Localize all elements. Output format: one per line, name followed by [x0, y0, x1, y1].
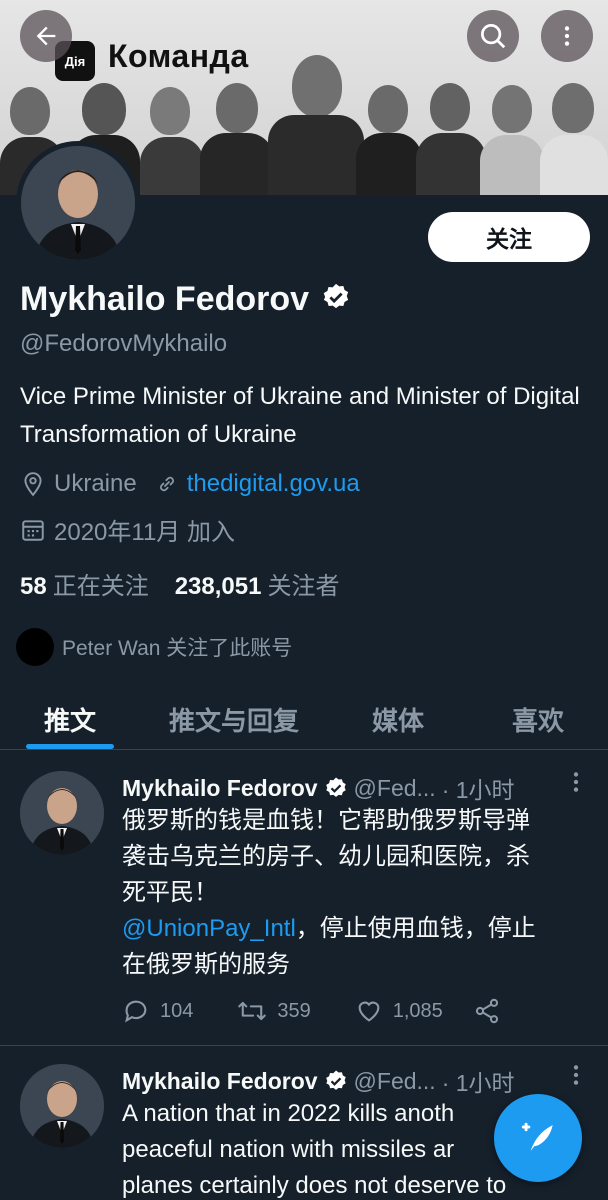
verified-badge-icon	[325, 1070, 346, 1090]
followers-label: 关注者	[267, 573, 340, 600]
follow-button[interactable]: 关注	[428, 212, 590, 262]
more-vertical-icon	[573, 1065, 579, 1085]
following-stat[interactable]: 58 正在关注	[20, 566, 149, 601]
retweet-count: 359	[277, 999, 311, 1022]
retweet-button[interactable]: 359	[237, 997, 311, 1025]
more-vertical-icon	[573, 772, 579, 792]
profile-tabs: 推文 推文与回复 媒体 喜欢	[0, 688, 608, 750]
profile-avatar[interactable]	[16, 141, 140, 265]
profile-bio: Vice Prime Minister of Ukraine and Minis…	[20, 383, 580, 448]
tab-tweets[interactable]: 推文	[20, 688, 120, 750]
arrow-left-icon	[36, 26, 56, 46]
following-label: 正在关注	[52, 573, 149, 600]
like-count: 1,085	[392, 999, 443, 1022]
more-options-button[interactable]	[541, 10, 593, 62]
profile-joined-date: 2020年11月 加入	[54, 519, 235, 546]
tab-tweets-and-replies[interactable]: 推文与回复	[148, 688, 320, 750]
tweet-author-name: Mykhailo Fedorov	[122, 774, 318, 801]
profile-handle: @FedorovMykhailo	[20, 330, 228, 357]
reply-count: 104	[160, 999, 194, 1022]
mention-link[interactable]: @UnionPay_Intl	[122, 915, 296, 942]
tweet-text: 俄罗斯的钱是血钱！它帮助俄罗斯导弹 袭击乌克兰的房子、幼儿园和医院，杀 死平民！…	[122, 807, 536, 978]
profile-name: Mykhailo Fedorov	[20, 280, 310, 318]
tab-likes[interactable]: 喜欢	[488, 688, 588, 750]
followed-by-row[interactable]: Peter Wan 关注了此账号	[16, 628, 292, 666]
tweet[interactable]: Mykhailo Fedorov @Fed... · 1小时 俄罗斯的钱是血钱！…	[0, 751, 608, 1045]
reply-button[interactable]: 104	[122, 997, 193, 1025]
calendar-icon	[22, 519, 44, 541]
tweet-more-button[interactable]	[568, 1062, 584, 1095]
back-button[interactable]	[20, 10, 72, 62]
followers-count: 238,051	[174, 573, 262, 600]
search-icon	[481, 24, 506, 49]
retweet-icon	[238, 1001, 267, 1021]
more-vertical-icon	[564, 26, 570, 46]
followed-by-text: Peter Wan 关注了此账号	[62, 637, 293, 660]
share-button[interactable]	[473, 997, 501, 1025]
tweet-author-handle: @Fed...	[353, 774, 436, 801]
link-icon	[159, 476, 174, 492]
tweet-avatar[interactable]	[20, 771, 104, 855]
reply-icon	[125, 1000, 147, 1023]
location-pin-icon	[24, 472, 42, 497]
banner-title: Команда	[108, 38, 249, 74]
tweet-avatar[interactable]	[20, 1064, 104, 1148]
tweet-author-name: Mykhailo Fedorov	[122, 1067, 318, 1094]
profile-website-link[interactable]: thedigital.gov.ua	[187, 470, 360, 498]
profile-location: Ukraine	[54, 470, 137, 497]
tweet-timestamp[interactable]: · 1小时	[442, 771, 515, 805]
verified-badge-icon	[325, 777, 346, 797]
following-count: 58	[20, 573, 47, 600]
tweet-author-handle: @Fed...	[353, 1067, 436, 1094]
like-button[interactable]: 1,085	[355, 997, 443, 1025]
search-button[interactable]	[467, 10, 519, 62]
follower-avatar	[16, 628, 54, 666]
compose-tweet-button[interactable]	[494, 1094, 582, 1182]
tab-media[interactable]: 媒体	[350, 688, 446, 750]
followers-stat[interactable]: 238,051 关注者	[175, 566, 340, 601]
heart-icon	[358, 1001, 380, 1022]
tweet-more-button[interactable]	[568, 769, 584, 802]
compose-feather-icon	[521, 1122, 553, 1151]
share-icon	[475, 998, 498, 1024]
tweet-timestamp[interactable]: · 1小时	[442, 1064, 515, 1098]
active-tab-indicator	[26, 744, 114, 749]
verified-badge-icon	[321, 282, 351, 317]
